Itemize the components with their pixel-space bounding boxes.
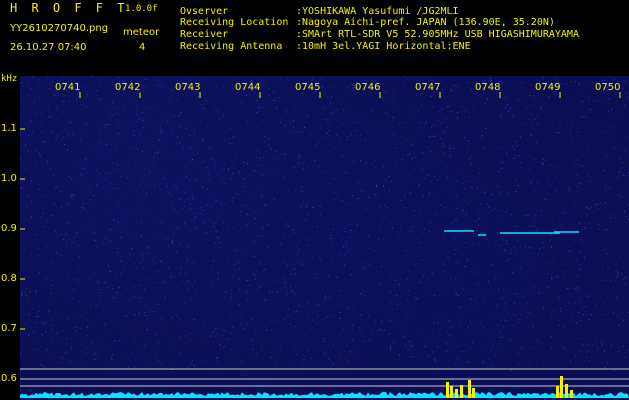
freq-tick-label: 0.9 [1, 223, 17, 234]
time-tick-label: 0742 [115, 82, 141, 93]
meteor-label: meteor [123, 27, 160, 38]
filename-label: YY2610270740.png [10, 23, 109, 34]
spectrum-peak [472, 388, 475, 398]
time-tick-label: 0741 [55, 82, 81, 93]
version-label: 1.0.0f [125, 4, 158, 14]
receiver-value: :SMArt RTL-SDR V5 52.905MHz USB HIGASHIM… [296, 29, 579, 40]
time-tick-label: 0749 [535, 82, 561, 93]
datetime-label: 26.10.27 07:40 [10, 42, 87, 53]
time-tick-label: 0746 [355, 82, 381, 93]
meteor-echo [554, 231, 579, 233]
spectrum-peak [455, 389, 458, 398]
freq-tick-label: 0.8 [1, 273, 17, 284]
receiver-label: Receiver [180, 29, 229, 40]
observer-value: :YOSHIKAWA Yasufumi /JG2MLI [296, 6, 459, 17]
location-label: Receiving Location [180, 17, 289, 28]
spectrum-trace [20, 392, 629, 398]
antenna-value: :10mH 3el.YAGI Horizontal:ENE [296, 41, 471, 52]
noise-speckle [20, 76, 629, 371]
waterfall-spectrogram [20, 76, 629, 400]
spectrum-peak [560, 376, 563, 398]
antenna-label: Receiving Antenna [180, 41, 283, 52]
location-value: :Nagoya Aichi-pref. JAPAN (136.90E, 35.2… [296, 17, 555, 28]
meteor-echo [444, 230, 474, 232]
spectrum-peak [570, 390, 573, 398]
program-title: H R O F F T [10, 1, 125, 15]
spectrum-peak [460, 385, 463, 398]
freq-tick-label: 0.6 [1, 373, 17, 384]
time-tick-label: 0743 [175, 82, 201, 93]
spectrum-peak [556, 386, 559, 398]
time-tick-label: 0747 [415, 82, 441, 93]
time-tick-label: 0744 [235, 82, 261, 93]
freq-tick-label: 1.0 [1, 173, 17, 184]
meteor-echo [478, 234, 486, 236]
spectrum-peak [450, 386, 453, 398]
spectrum-peak [565, 384, 568, 398]
freq-tick-label: 1.1 [1, 123, 17, 134]
spectrum-peak [468, 380, 471, 398]
freq-tick-label: 0.7 [1, 323, 17, 334]
meteor-count: 4 [139, 42, 146, 53]
spectrum-peak [446, 382, 449, 398]
time-tick-label: 0748 [475, 82, 501, 93]
time-tick-label: 0745 [295, 82, 321, 93]
freq-unit-label: kHz [1, 74, 18, 84]
time-tick-label: 0750 [595, 82, 621, 93]
meteor-echo [500, 232, 560, 234]
observer-label: Ovserver [180, 6, 229, 17]
waterfall-plot [20, 76, 629, 398]
